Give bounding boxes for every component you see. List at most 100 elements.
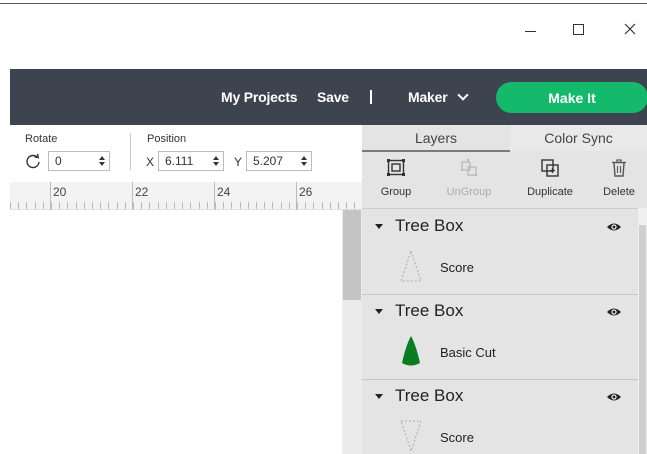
ruler-minor-tick bbox=[174, 202, 175, 209]
layer-group-header[interactable]: Tree Box bbox=[372, 296, 638, 326]
close-button[interactable] bbox=[612, 14, 647, 44]
ruler-minor-tick bbox=[223, 202, 224, 209]
ruler-minor-tick bbox=[231, 202, 232, 209]
rotate-input[interactable]: 0 bbox=[48, 151, 110, 171]
canvas-scrollbar-thumb[interactable] bbox=[343, 210, 361, 300]
caret-down-icon[interactable] bbox=[375, 308, 383, 314]
toolbar-divider bbox=[130, 133, 131, 170]
layer-separator bbox=[362, 294, 638, 295]
ruler-label: 22 bbox=[135, 185, 149, 199]
ruler-minor-tick bbox=[297, 202, 298, 209]
ungroup-button[interactable]: UnGroup bbox=[436, 156, 502, 200]
position-x-input[interactable]: 6.111 bbox=[158, 151, 224, 171]
eye-icon[interactable] bbox=[606, 306, 622, 318]
minimize-button[interactable] bbox=[512, 14, 548, 44]
layer-group-title: Tree Box bbox=[395, 386, 464, 405]
ruler-minor-tick bbox=[338, 202, 339, 209]
layer-label: Basic Cut bbox=[440, 345, 496, 360]
machine-label: Maker bbox=[408, 89, 448, 105]
ruler-minor-tick bbox=[264, 202, 265, 209]
active-tab-indicator bbox=[362, 150, 510, 152]
list-item[interactable]: Basic Cut bbox=[362, 325, 638, 379]
ruler-minor-tick bbox=[117, 202, 118, 209]
caret-down-icon[interactable] bbox=[375, 393, 383, 399]
ruler-minor-tick bbox=[43, 202, 44, 209]
layer-group-header[interactable]: Tree Box bbox=[372, 211, 638, 241]
tab-color-sync[interactable]: Color Sync bbox=[510, 125, 647, 151]
caret-down-icon[interactable] bbox=[375, 223, 383, 229]
ruler-label: 26 bbox=[299, 185, 313, 199]
ruler-minor-tick bbox=[18, 202, 19, 209]
stepper-down-icon bbox=[99, 162, 105, 166]
list-item[interactable]: Score bbox=[362, 410, 638, 454]
ruler-minor-tick bbox=[289, 202, 290, 209]
delete-label: Delete bbox=[603, 186, 635, 198]
my-projects-link[interactable]: My Projects bbox=[221, 89, 298, 105]
group-button[interactable]: Group bbox=[363, 156, 429, 200]
ruler-minor-tick bbox=[248, 202, 249, 209]
ruler-minor-tick bbox=[322, 202, 323, 209]
position-x-stepper[interactable] bbox=[211, 153, 221, 169]
ruler-label: 24 bbox=[217, 185, 231, 199]
ruler-minor-tick bbox=[92, 202, 93, 209]
ruler-minor-tick bbox=[354, 202, 355, 209]
make-it-button[interactable]: Make It bbox=[496, 82, 647, 113]
ruler-minor-tick bbox=[313, 202, 314, 209]
ruler-minor-tick bbox=[76, 202, 77, 209]
layer-label: Score bbox=[440, 260, 474, 275]
tab-layers[interactable]: Layers bbox=[362, 125, 510, 151]
rotate-stepper[interactable] bbox=[97, 153, 107, 169]
design-canvas[interactable] bbox=[10, 210, 342, 454]
maximize-icon bbox=[572, 23, 584, 35]
ruler-minor-tick bbox=[158, 202, 159, 209]
ruler-minor-tick bbox=[59, 202, 60, 209]
horizontal-ruler: 20 22 24 26 bbox=[10, 182, 362, 210]
layer-group-title: Tree Box bbox=[395, 216, 464, 235]
ruler-minor-tick bbox=[199, 202, 200, 209]
position-y-stepper[interactable] bbox=[299, 153, 309, 169]
rotate-value: 0 bbox=[55, 154, 62, 168]
duplicate-button[interactable]: Duplicate bbox=[517, 156, 583, 200]
ruler-minor-tick bbox=[51, 202, 52, 209]
ruler-minor-tick bbox=[141, 202, 142, 209]
save-button[interactable]: Save bbox=[317, 89, 349, 105]
duplicate-icon bbox=[541, 159, 559, 177]
ruler-minor-tick bbox=[100, 202, 101, 209]
layer-group-header[interactable]: Tree Box bbox=[372, 381, 638, 411]
stepper-up-icon bbox=[301, 156, 307, 160]
ruler-minor-tick bbox=[26, 202, 27, 209]
chevron-down-icon bbox=[457, 88, 470, 101]
stepper-up-icon bbox=[213, 156, 219, 160]
stepper-down-icon bbox=[301, 162, 307, 166]
rotate-label: Rotate bbox=[25, 133, 58, 145]
ruler-minor-tick bbox=[305, 202, 306, 209]
cut-tree-thumbnail bbox=[402, 336, 420, 366]
eye-icon[interactable] bbox=[606, 221, 622, 233]
eye-icon[interactable] bbox=[606, 391, 622, 403]
ruler-minor-tick bbox=[346, 202, 347, 209]
delete-button[interactable]: Delete bbox=[591, 156, 647, 200]
machine-selector[interactable]: Maker bbox=[408, 88, 470, 105]
maximize-button[interactable] bbox=[560, 14, 596, 44]
app-header: My Projects Save Maker Make It bbox=[10, 69, 647, 125]
ruler-label: 20 bbox=[53, 185, 67, 199]
trash-icon bbox=[612, 159, 626, 177]
ruler-minor-tick bbox=[133, 202, 134, 209]
ruler-minor-tick bbox=[330, 202, 331, 209]
ruler-minor-tick bbox=[272, 202, 273, 209]
ruler-minor-tick bbox=[281, 202, 282, 209]
ruler-minor-tick bbox=[84, 202, 85, 209]
layer-separator bbox=[362, 379, 638, 380]
ruler-minor-tick bbox=[35, 202, 36, 209]
score-tree-thumbnail bbox=[400, 249, 422, 282]
stepper-up-icon bbox=[99, 156, 105, 160]
window-top-border bbox=[0, 3, 647, 4]
ungroup-icon bbox=[461, 159, 477, 176]
layers-scrollbar-thumb[interactable] bbox=[639, 225, 646, 454]
rotate-icon[interactable] bbox=[24, 152, 42, 170]
ruler-minor-tick bbox=[190, 202, 191, 209]
list-item[interactable]: Score bbox=[362, 240, 638, 294]
ruler-minor-tick bbox=[240, 202, 241, 209]
position-y-input[interactable]: 5.207 bbox=[246, 151, 312, 171]
stepper-down-icon bbox=[213, 162, 219, 166]
